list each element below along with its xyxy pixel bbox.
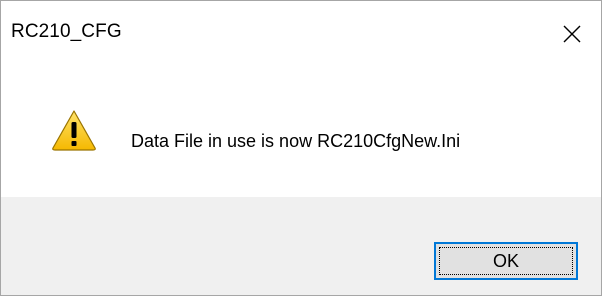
message-text: Data File in use is now RC210CfgNew.Ini	[131, 131, 461, 151]
title-bar[interactable]: RC210_CFG	[1, 1, 601, 67]
ok-button[interactable]: OK	[434, 242, 578, 280]
close-icon	[563, 25, 581, 43]
close-button[interactable]	[543, 1, 601, 67]
dialog-content: Data File in use is now RC210CfgNew.Ini	[1, 67, 601, 197]
warning-icon	[52, 110, 96, 151]
message-dialog: RC210_CFG Data File in use is now RC210C…	[0, 0, 602, 296]
button-bar: OK	[1, 197, 601, 295]
ok-button-label: OK	[492, 250, 519, 271]
window-title: RC210_CFG	[11, 21, 122, 42]
